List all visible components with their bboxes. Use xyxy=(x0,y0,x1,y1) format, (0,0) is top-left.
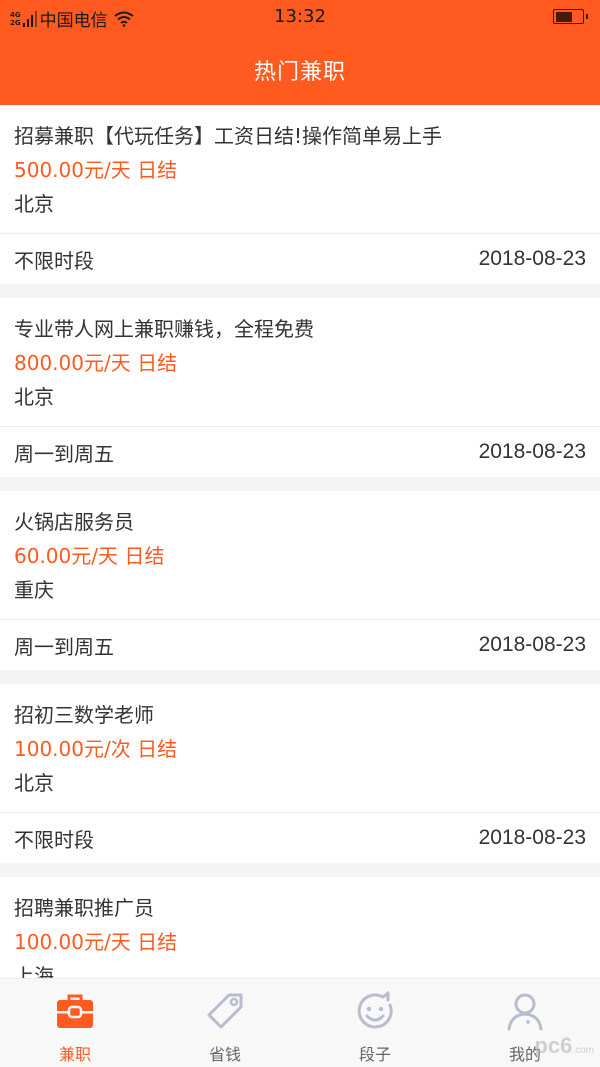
tab-bar: 兼职 省钱 段子 我的 pc6.com xyxy=(0,978,600,1067)
job-title: 招募兼职【代玩任务】工资日结!操作简单易上手 xyxy=(14,124,443,148)
tag-icon xyxy=(207,993,243,1029)
job-title: 招初三数学老师 xyxy=(14,703,154,727)
job-card[interactable]: 专业带人网上兼职赚钱，全程免费 800.00元/天 日结 北京 周一到周五 20… xyxy=(0,298,600,477)
job-card[interactable]: 招募兼职【代玩任务】工资日结!操作简单易上手 500.00元/天 日结 北京 不… xyxy=(0,105,600,284)
watermark: pc6.com xyxy=(534,1033,594,1058)
user-icon xyxy=(507,993,543,1031)
job-title: 专业带人网上兼职赚钱，全程免费 xyxy=(14,317,314,341)
job-card[interactable]: 火锅店服务员 60.00元/天 日结 重庆 周一到周五 2018-08-23 xyxy=(0,491,600,670)
job-city: 北京 xyxy=(14,771,54,795)
nav-bar: 热门兼职 xyxy=(0,34,600,105)
job-date: 2018-08-23 xyxy=(478,440,586,463)
job-list[interactable]: 招募兼职【代玩任务】工资日结!操作简单易上手 500.00元/天 日结 北京 不… xyxy=(0,105,600,978)
job-title: 火锅店服务员 xyxy=(14,510,134,534)
job-salary: 100.00元/天 日结 xyxy=(14,930,178,954)
job-city: 上海 xyxy=(14,964,54,978)
smiley-icon xyxy=(357,991,393,1029)
job-date: 2018-08-23 xyxy=(478,633,586,656)
tab-label: 省钱 xyxy=(208,1045,241,1064)
job-salary: 500.00元/天 日结 xyxy=(14,158,178,182)
clock: 13:32 xyxy=(274,6,326,27)
tab-label: 段子 xyxy=(358,1045,391,1064)
job-schedule: 周一到周五 xyxy=(14,634,114,659)
job-schedule: 不限时段 xyxy=(14,827,94,852)
page-title: 热门兼职 xyxy=(253,59,346,85)
job-date: 2018-08-23 xyxy=(478,247,586,270)
tab-parttime[interactable]: 兼职 xyxy=(0,979,150,1067)
job-salary: 100.00元/次 日结 xyxy=(14,737,178,761)
job-date: 2018-08-23 xyxy=(478,826,586,849)
job-card[interactable]: 招初三数学老师 100.00元/次 日结 北京 不限时段 2018-08-23 xyxy=(0,684,600,863)
tab-jokes[interactable]: 段子 xyxy=(300,979,450,1067)
job-salary: 800.00元/天 日结 xyxy=(14,351,178,375)
status-bar: 4G 2G 中国电信 13:32 xyxy=(0,0,600,34)
tab-label: 兼职 xyxy=(58,1045,91,1064)
job-card[interactable]: 招聘兼职推广员 100.00元/天 日结 上海 xyxy=(0,877,600,978)
battery-icon xyxy=(553,9,588,24)
job-salary: 60.00元/天 日结 xyxy=(14,544,165,568)
briefcase-icon xyxy=(55,994,95,1028)
job-schedule: 周一到周五 xyxy=(14,441,114,466)
job-schedule: 不限时段 xyxy=(14,248,94,273)
app-header: 4G 2G 中国电信 13:32 热门兼职 xyxy=(0,0,600,105)
job-city: 北京 xyxy=(14,192,54,216)
job-title: 招聘兼职推广员 xyxy=(14,896,154,920)
job-city: 重庆 xyxy=(14,578,54,602)
job-city: 北京 xyxy=(14,385,54,409)
tab-save-money[interactable]: 省钱 xyxy=(150,979,300,1067)
